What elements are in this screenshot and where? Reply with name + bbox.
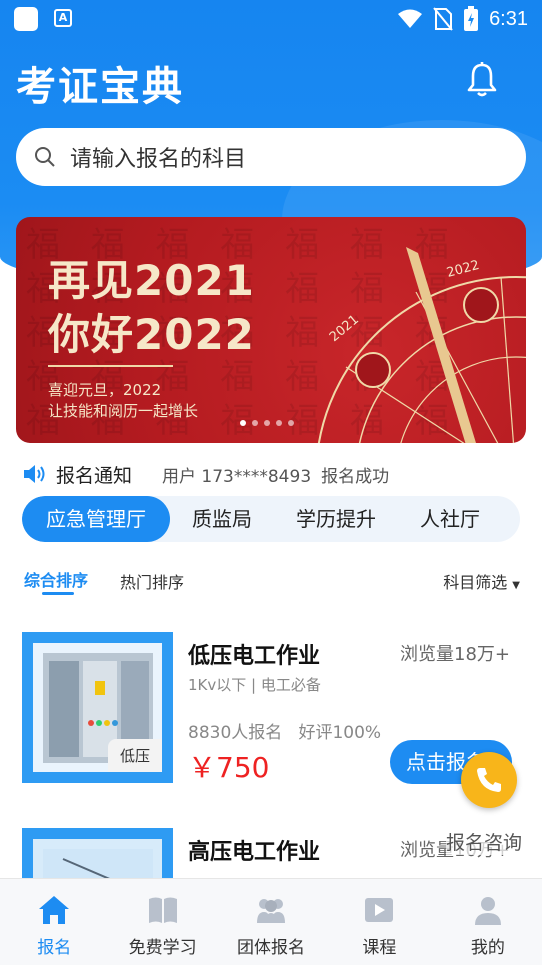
app-notification-icon: A (54, 9, 72, 27)
sort-active-indicator (42, 592, 74, 595)
nav-item-group-enroll[interactable]: 团体报名 (217, 879, 325, 965)
banner-subtitle-2: 让技能和阅历一起增长 (48, 402, 199, 420)
nav-label: 免费学习 (128, 938, 197, 958)
bottom-navigation: 报名 免费学习 团体报名 课程 我的 (0, 878, 542, 965)
course-price: ￥750 (188, 751, 270, 784)
battery-icon (464, 6, 479, 31)
banner-headline-1: 再见2021 (48, 256, 255, 305)
consult-phone-button[interactable] (461, 752, 517, 808)
notification-icon (14, 7, 38, 31)
nav-item-free-study[interactable]: 免费学习 (108, 879, 216, 965)
course-title: 高压电工作业 (188, 840, 321, 865)
search-placeholder[interactable]: 请输入报名的科目 (70, 141, 246, 173)
tab-education-upgrade[interactable]: 学历提升 (274, 496, 398, 542)
banner-dot[interactable] (240, 420, 246, 426)
banner-pagination (240, 420, 294, 426)
tab-human-resources[interactable]: 人社厅 (398, 496, 502, 542)
zodiac-wheel-graphic: 2021 2022 (317, 247, 526, 443)
play-icon (365, 898, 394, 922)
sort-popular[interactable]: 热门排序 (120, 569, 184, 593)
wifi-icon (398, 9, 423, 28)
notice-user: 用户 173****8493 (162, 466, 312, 487)
bell-icon[interactable] (466, 62, 498, 98)
tab-emergency-management[interactable]: 应急管理厅 (22, 496, 170, 542)
course-stats: 8830人报名 好评100% (188, 718, 381, 743)
search-bar[interactable]: 请输入报名的科目 (16, 128, 526, 186)
search-icon (35, 147, 55, 167)
sort-comprehensive[interactable]: 综合排序 (24, 567, 88, 591)
status-time: 6:31 (489, 7, 528, 30)
course-card[interactable]: 低压 低压电工作业 浏览量18万+ 1Kv以下 | 电工必备 8830人报名 好… (22, 632, 520, 784)
banner-dot[interactable] (288, 420, 294, 426)
nav-item-courses[interactable]: 课程 (325, 879, 433, 965)
phone-icon (477, 768, 501, 792)
nav-item-enroll[interactable]: 报名 (0, 879, 108, 965)
banner-divider (48, 365, 173, 367)
course-enrolled: 8830人报名 (188, 723, 283, 743)
course-rating: 好评100% (298, 723, 382, 743)
wheel-year-2022: 2022 (445, 258, 481, 281)
course-thumbnail: 低压 (22, 632, 173, 783)
group-icon (257, 899, 286, 923)
promo-banner[interactable]: 福 福 福 福 福 福 福 福 福 福 福 福 福 福 福 福 福 福 福 福 … (16, 217, 526, 443)
nav-label: 课程 (362, 938, 397, 958)
subject-filter-label: 科目筛选 (443, 573, 508, 592)
book-icon (148, 897, 177, 923)
status-bar: A 6:31 (0, 0, 542, 38)
banner-dot[interactable] (276, 420, 282, 426)
course-subtitle: 1Kv以下 | 电工必备 (188, 676, 321, 694)
notice-status: 报名成功 (321, 466, 390, 487)
no-sim-icon (433, 7, 453, 31)
caret-down-icon: ▼ (512, 580, 520, 591)
consult-label[interactable]: 报名咨询 (446, 828, 523, 855)
subject-filter[interactable]: 科目筛选 ▼ (443, 569, 520, 593)
notice-message: 用户 173****8493 报名成功 (162, 462, 399, 487)
app-title: 考证宝典 (16, 64, 184, 110)
tab-quality-supervision[interactable]: 质监局 (170, 496, 274, 542)
banner-headline-2: 你好2022 (48, 310, 255, 359)
wheel-year-2021: 2021 (327, 312, 362, 345)
course-tag: 低压 (107, 739, 162, 772)
course-views: 浏览量18万+ (400, 644, 510, 665)
nav-item-mine[interactable]: 我的 (434, 879, 542, 965)
nav-label: 我的 (470, 938, 505, 958)
category-tabs: 应急管理厅 质监局 学历提升 人社厅 (22, 496, 520, 542)
home-icon (39, 896, 70, 924)
nav-label: 报名 (37, 938, 72, 958)
banner-subtitle-1: 喜迎元旦，2022 (48, 381, 162, 399)
banner-dot[interactable] (264, 420, 270, 426)
notice-label: 报名通知 (56, 464, 133, 487)
banner-dot[interactable] (252, 420, 258, 426)
speaker-icon (24, 465, 45, 483)
sort-bar: 综合排序 热门排序 科目筛选 ▼ (24, 565, 520, 595)
user-icon (474, 897, 501, 925)
enrollment-notice: 报名通知 用户 173****8493 报名成功 (22, 459, 399, 489)
course-title: 低压电工作业 (188, 644, 321, 669)
nav-label: 团体报名 (237, 938, 306, 958)
